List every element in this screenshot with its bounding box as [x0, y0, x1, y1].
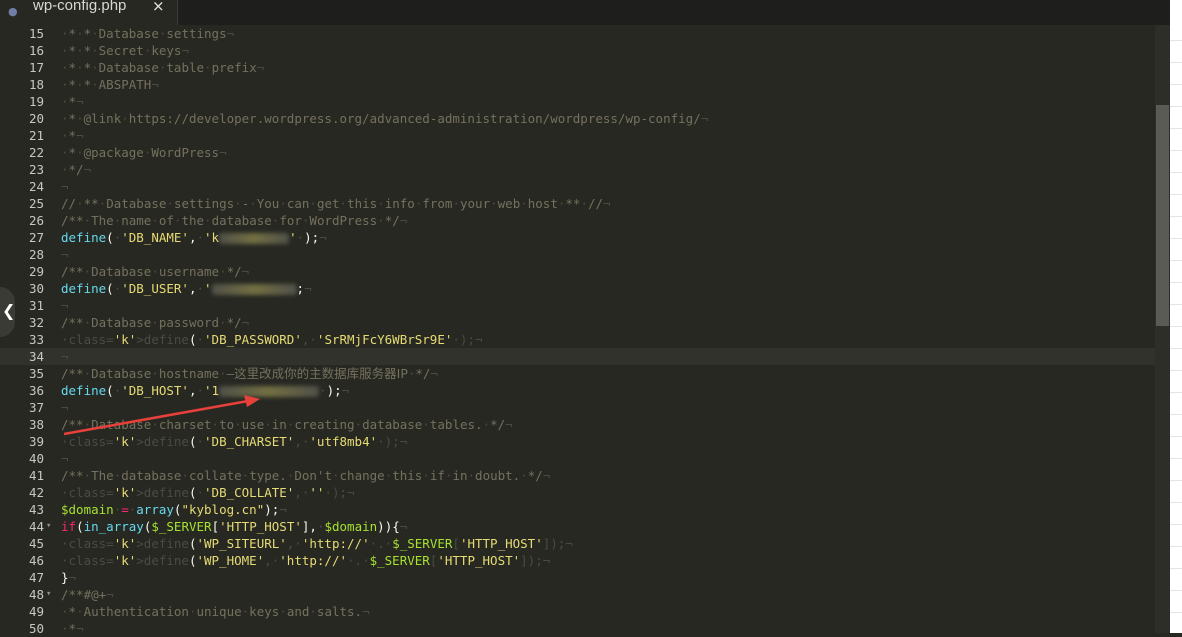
red-arrow-annotation — [63, 395, 260, 436]
right-panel — [1170, 0, 1182, 633]
